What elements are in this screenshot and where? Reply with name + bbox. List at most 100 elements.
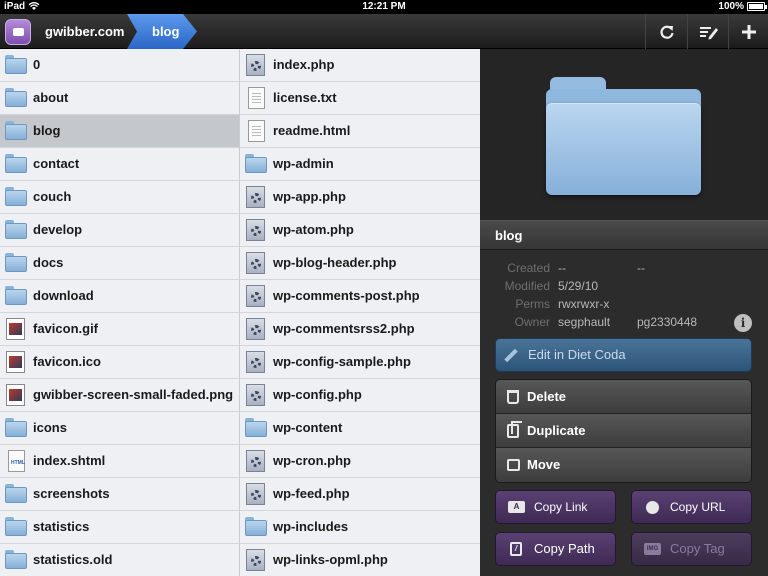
image-file-icon xyxy=(6,351,25,373)
file-name: index.php xyxy=(273,57,335,72)
file-row[interactable]: icons xyxy=(0,412,239,445)
file-name: statistics.old xyxy=(33,552,113,567)
html-file-icon: HTML xyxy=(8,450,25,472)
copy-tag-button[interactable]: IMG Copy Tag xyxy=(631,532,752,566)
move-button[interactable]: Move xyxy=(496,448,751,482)
file-row[interactable]: develop xyxy=(0,214,239,247)
breadcrumb-folder[interactable]: blog xyxy=(127,14,197,49)
php-file-icon xyxy=(246,54,265,76)
file-name: wp-app.php xyxy=(273,189,346,204)
globe-icon xyxy=(646,501,659,514)
php-file-icon xyxy=(246,483,265,505)
file-preview xyxy=(480,49,768,220)
folder-icon xyxy=(5,484,27,504)
file-row[interactable]: 0 xyxy=(0,49,239,82)
file-name: wp-content xyxy=(273,420,343,435)
php-file-icon xyxy=(246,219,265,241)
refresh-button[interactable] xyxy=(647,14,687,49)
file-row[interactable]: wp-app.php xyxy=(240,181,480,214)
file-row[interactable]: HTML index.shtml xyxy=(0,445,239,478)
file-row[interactable]: screenshots xyxy=(0,478,239,511)
copy-link-button[interactable]: A Copy Link xyxy=(495,490,616,524)
file-row[interactable]: contact xyxy=(0,148,239,181)
file-name: readme.html xyxy=(273,123,351,138)
php-file-icon xyxy=(246,384,265,406)
file-row[interactable]: readme.html xyxy=(240,115,480,148)
file-name: wp-config-sample.php xyxy=(273,354,411,369)
file-actions: Delete Duplicate Move xyxy=(495,379,752,483)
file-name: license.txt xyxy=(273,90,337,105)
toolbar-divider xyxy=(687,14,688,49)
file-name: wp-config.php xyxy=(273,387,362,402)
file-row[interactable]: about xyxy=(0,82,239,115)
folder-icon xyxy=(5,550,27,570)
breadcrumb-site[interactable]: gwibber.com xyxy=(37,14,132,49)
file-row[interactable]: favicon.ico xyxy=(0,346,239,379)
file-name: wp-feed.php xyxy=(273,486,350,501)
file-name: favicon.ico xyxy=(33,354,101,369)
delete-button[interactable]: Delete xyxy=(496,380,751,414)
clock: 12:21 PM xyxy=(362,1,406,12)
folder-icon xyxy=(245,517,267,537)
file-row[interactable]: wp-comments-post.php xyxy=(240,280,480,313)
php-file-icon xyxy=(246,450,265,472)
file-name: favicon.gif xyxy=(33,321,99,336)
folder-icon xyxy=(5,88,27,108)
info-icon[interactable]: i xyxy=(734,314,752,332)
edit-list-icon xyxy=(700,26,718,39)
folder-preview-icon xyxy=(546,77,701,195)
file-row[interactable]: wp-config.php xyxy=(240,379,480,412)
php-file-icon xyxy=(246,252,265,274)
file-row[interactable]: statistics.old xyxy=(0,544,239,576)
file-row[interactable]: wp-admin xyxy=(240,148,480,181)
copy-path-button[interactable]: / Copy Path xyxy=(495,532,616,566)
file-name: couch xyxy=(33,189,72,204)
add-icon xyxy=(742,24,756,39)
php-file-icon xyxy=(246,285,265,307)
file-row[interactable]: wp-includes xyxy=(240,511,480,544)
file-name: 0 xyxy=(33,57,41,72)
file-row[interactable]: couch xyxy=(0,181,239,214)
file-row[interactable]: gwibber-screen-small-faded.png xyxy=(0,379,239,412)
file-name: develop xyxy=(33,222,83,237)
file-row[interactable]: wp-feed.php xyxy=(240,478,480,511)
file-row[interactable]: wp-cron.php xyxy=(240,445,480,478)
app-menu-icon[interactable] xyxy=(5,19,31,45)
meta-owner: Owner segphault pg2330448 xyxy=(514,315,698,329)
file-row[interactable]: blog xyxy=(0,115,239,148)
file-name: statistics xyxy=(33,519,90,534)
file-row[interactable]: license.txt xyxy=(240,82,480,115)
edit-list-button[interactable] xyxy=(689,14,729,49)
duplicate-button[interactable]: Duplicate xyxy=(496,414,751,448)
toolbar: gwibber.com blog xyxy=(0,14,768,49)
add-button[interactable] xyxy=(729,14,768,49)
file-row[interactable]: statistics xyxy=(0,511,239,544)
file-row[interactable]: wp-atom.php xyxy=(240,214,480,247)
inspector-panel: blog Created -- -- Modified 5/29/10 Perm… xyxy=(480,49,768,576)
file-row[interactable]: favicon.gif xyxy=(0,313,239,346)
file-row[interactable]: wp-commentsrss2.php xyxy=(240,313,480,346)
file-row[interactable]: download xyxy=(0,280,239,313)
image-file-icon xyxy=(6,318,25,340)
file-name: gwibber-screen-small-faded.png xyxy=(33,387,234,402)
folder-icon xyxy=(245,154,267,174)
folder-icon xyxy=(5,220,27,240)
selected-file-name: blog xyxy=(480,220,768,250)
file-row[interactable]: wp-links-opml.php xyxy=(240,544,480,576)
folder-icon xyxy=(5,121,27,141)
copy-url-button[interactable]: Copy URL xyxy=(631,490,752,524)
file-column-right: index.php license.txt readme.html wp-admin w… xyxy=(240,49,480,576)
php-file-icon xyxy=(246,351,265,373)
file-name: contact xyxy=(33,156,80,171)
file-row[interactable]: wp-blog-header.php xyxy=(240,247,480,280)
file-row[interactable]: wp-config-sample.php xyxy=(240,346,480,379)
file-row[interactable]: index.php xyxy=(240,49,480,82)
edit-in-diet-coda-button[interactable]: Edit in Diet Coda xyxy=(495,338,752,372)
meta-modified: Modified 5/29/10 xyxy=(504,279,599,293)
file-row[interactable]: docs xyxy=(0,247,239,280)
file-metadata: Created -- -- Modified 5/29/10 Perms rwx… xyxy=(480,259,768,331)
file-name: wp-commentsrss2.php xyxy=(273,321,415,336)
file-name: wp-blog-header.php xyxy=(273,255,397,270)
php-file-icon xyxy=(246,186,265,208)
file-row[interactable]: wp-content xyxy=(240,412,480,445)
